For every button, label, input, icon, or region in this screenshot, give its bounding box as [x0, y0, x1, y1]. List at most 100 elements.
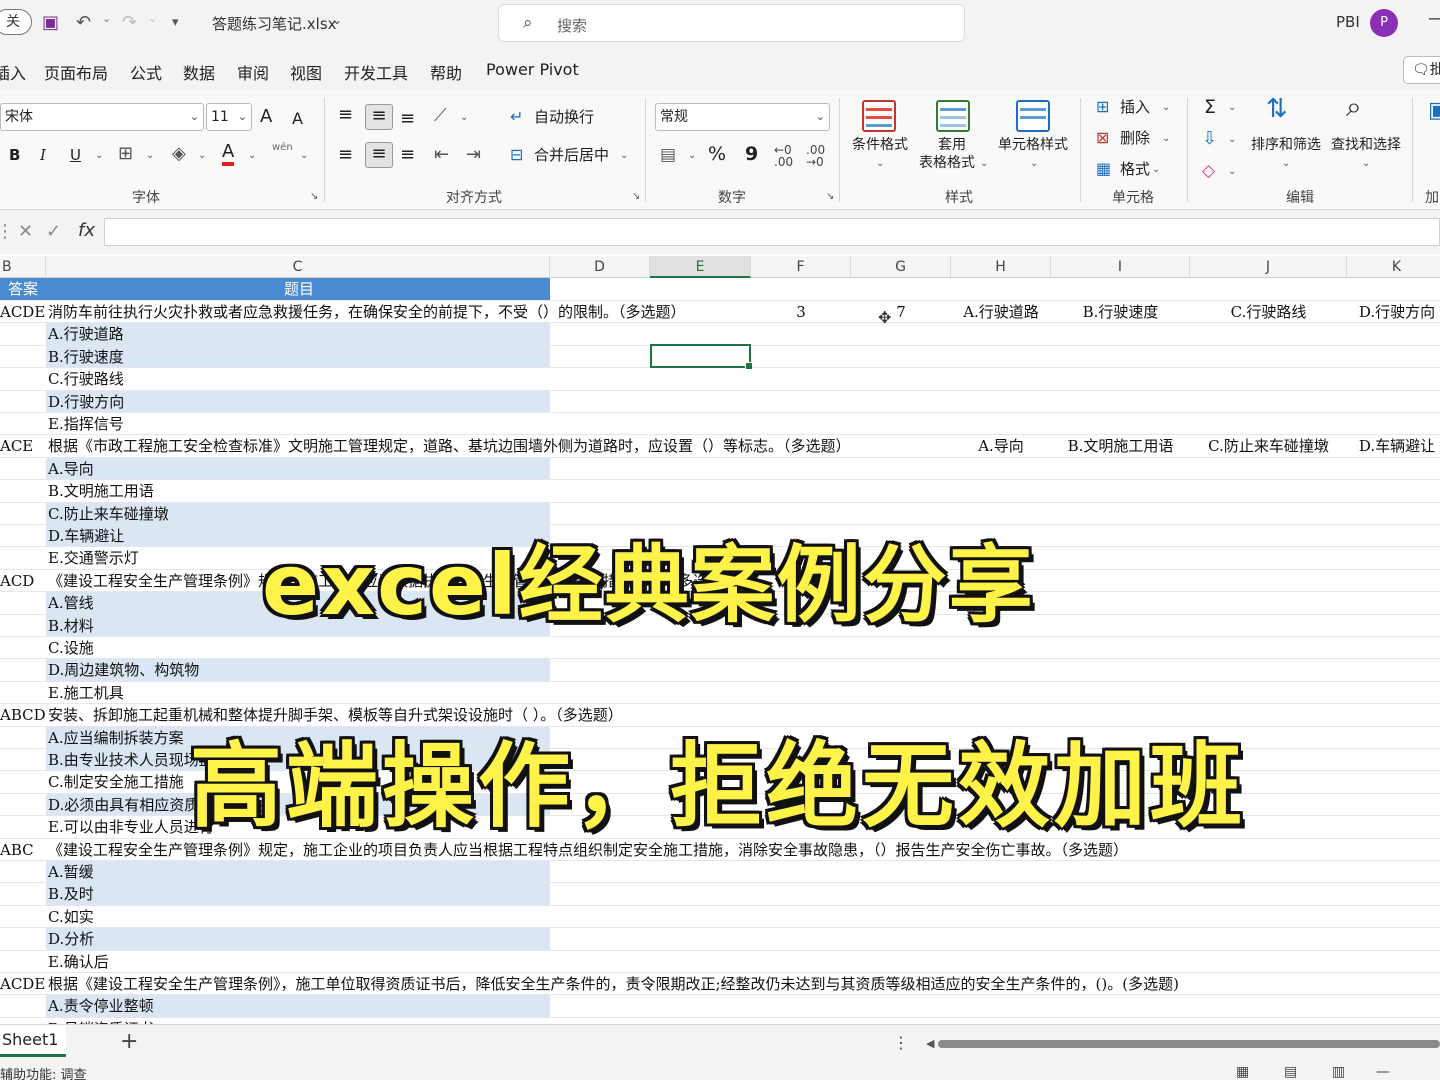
comment-button[interactable]: 🗨批 — [1403, 56, 1440, 84]
increase-indent-icon[interactable]: ⇥ — [466, 144, 481, 166]
option-cell[interactable]: D.周边建筑物、构筑物 — [46, 659, 550, 681]
addin-icon[interactable]: ▣ — [1428, 100, 1440, 122]
chevron-down-icon[interactable]: ⌄ — [1228, 102, 1236, 113]
option-cell[interactable]: A.导向 — [46, 457, 550, 480]
italic-button[interactable]: I — [40, 144, 46, 166]
conditional-format-button[interactable]: 条件格式 — [848, 136, 912, 155]
delete-cells-button[interactable]: 删除 — [1120, 127, 1150, 149]
align-top-icon[interactable]: ≡ — [338, 104, 353, 126]
currency-icon[interactable]: ▤ — [660, 144, 676, 166]
chevron-down-icon[interactable]: ⌄ — [1162, 133, 1170, 144]
answer-cell[interactable] — [0, 503, 46, 524]
align-right-icon[interactable]: ≡ — [400, 144, 415, 166]
comma-button[interactable]: 9 — [745, 143, 758, 165]
normal-view-icon[interactable]: ▦ — [1236, 1064, 1249, 1080]
option-cell[interactable]: B.行驶速度 — [46, 345, 550, 368]
undo-dropdown-icon[interactable]: ⌄ — [102, 12, 111, 25]
header-answer[interactable]: 答案 — [0, 278, 46, 300]
pinyin-icon[interactable]: wén — [272, 142, 293, 154]
shrink-font-button[interactable]: A — [292, 108, 303, 130]
add-sheet-button[interactable]: + — [120, 1029, 138, 1054]
answer-cell[interactable] — [0, 525, 46, 546]
insert-cells-button[interactable]: 插入 — [1120, 96, 1150, 118]
font-name-select[interactable]: 宋体 ⌄ — [0, 103, 204, 131]
merge-center-button[interactable]: 合并后居中 — [534, 144, 609, 166]
font-color-icon[interactable]: A — [222, 142, 235, 166]
answer-cell[interactable] — [0, 861, 46, 882]
answer-cell[interactable] — [0, 391, 46, 412]
column-header-e[interactable]: E — [650, 256, 751, 278]
orientation-icon[interactable]: ⟋ — [434, 105, 447, 127]
autosum-icon[interactable]: Σ — [1204, 96, 1216, 118]
answer-cell[interactable] — [0, 592, 46, 613]
answer-cell[interactable] — [0, 682, 46, 703]
answer-cell[interactable] — [0, 794, 46, 815]
delete-cells-icon[interactable]: ⊠ — [1096, 127, 1109, 149]
option-cell[interactable]: B.文明施工用语 — [46, 480, 550, 501]
answer-cell[interactable] — [0, 816, 46, 837]
chevron-down-icon[interactable]: ⌄ — [620, 150, 628, 161]
cell-styles-button[interactable]: 单元格样式 — [994, 136, 1072, 155]
format-cells-button[interactable]: 格式 — [1120, 158, 1150, 180]
dialog-launcher-icon[interactable]: ↘ — [826, 191, 834, 202]
answer-cell[interactable] — [0, 637, 46, 658]
answer-cell[interactable] — [0, 323, 46, 344]
chevron-down-icon[interactable]: ⌄ — [460, 112, 468, 123]
sort-filter-button[interactable]: 排序和筛选 — [1246, 136, 1326, 155]
answer-cell[interactable]: ABCD — [0, 704, 46, 725]
avatar[interactable]: P — [1370, 9, 1398, 37]
answer-cell[interactable] — [0, 346, 46, 367]
value-cell-k[interactable]: D.行驶方向 — [1347, 301, 1440, 323]
chevron-down-icon[interactable]: ⌄ — [300, 150, 308, 161]
decrease-decimal-icon[interactable]: .00 →0 — [806, 144, 825, 168]
format-cells-icon[interactable]: ▦ — [1096, 158, 1111, 180]
redo-dropdown-icon[interactable]: ⌄ — [148, 12, 157, 25]
worksheet-grid[interactable]: 答案 题目 ACDE 消防车前往执行火灾扑救或者应急救援任务，在确保安全的前提下，… — [0, 278, 1440, 1024]
cancel-icon[interactable]: ✕ — [18, 221, 33, 242]
tab-developer[interactable]: 开发工具 — [344, 60, 408, 84]
option-cell[interactable]: E.确认后 — [46, 951, 550, 972]
tab-insert[interactable]: 插入 — [0, 60, 26, 84]
column-header-j[interactable]: J — [1190, 256, 1347, 278]
answer-cell[interactable]: ACDE — [0, 973, 46, 994]
save-icon[interactable]: ▣ — [42, 10, 59, 36]
border-icon[interactable]: ⊞ — [118, 143, 133, 165]
active-cell-e3[interactable] — [650, 344, 753, 370]
column-header-g[interactable]: G — [851, 256, 951, 278]
column-header-k[interactable]: K — [1347, 256, 1440, 278]
option-cell[interactable]: A.责令停业整顿 — [46, 995, 550, 1017]
answer-cell[interactable] — [0, 615, 46, 636]
option-cell[interactable]: A.行驶道路 — [46, 323, 550, 345]
value-cell-h[interactable]: A.行驶道路 — [951, 301, 1051, 323]
question-cell[interactable]: 根据《市政工程施工安全检查标准》文明施工管理规定，道路、基坑边围墙外侧为道路时，… — [46, 435, 851, 456]
answer-cell[interactable]: ACDE — [0, 301, 46, 322]
merge-center-icon[interactable]: ⊟ — [510, 144, 523, 166]
tab-help[interactable]: 帮助 — [430, 60, 462, 84]
chevron-down-icon[interactable]: ⌄ — [332, 13, 342, 27]
chevron-down-icon[interactable]: ⌄ — [1162, 102, 1170, 113]
option-cell[interactable]: D.分析 — [46, 928, 550, 950]
chevron-down-icon[interactable]: ⌄ — [688, 150, 696, 161]
format-as-table-line1[interactable]: 套用 — [922, 136, 982, 155]
undo-icon[interactable]: ↶ — [76, 10, 91, 36]
column-header-d[interactable]: D — [550, 256, 650, 278]
align-bottom-icon[interactable]: ≡ — [400, 108, 415, 130]
align-center-icon[interactable]: ≡ — [365, 142, 393, 168]
chevron-down-icon[interactable]: ⌄ — [1152, 164, 1160, 175]
column-header-b[interactable]: B — [0, 256, 46, 278]
dialog-launcher-icon[interactable]: ↘ — [632, 191, 640, 202]
chevron-down-icon[interactable]: ⌄ — [1228, 134, 1236, 145]
option-cell[interactable]: E.施工机具 — [46, 682, 550, 703]
column-header-i[interactable]: I — [1051, 256, 1190, 278]
answer-cell[interactable] — [0, 883, 46, 904]
insert-function-button[interactable]: fx — [78, 220, 95, 241]
search-box[interactable]: ⌕ 搜索 — [498, 4, 965, 42]
tab-formulas[interactable]: 公式 — [130, 60, 162, 84]
option-cell[interactable]: C.行驶路线 — [46, 368, 550, 389]
chevron-down-icon[interactable]: ⌄ — [95, 150, 103, 161]
column-header-c[interactable]: C — [46, 256, 550, 278]
page-layout-view-icon[interactable]: ▤ — [1284, 1064, 1297, 1080]
answer-cell[interactable] — [0, 368, 46, 389]
chevron-down-icon[interactable]: ⌄ — [876, 158, 884, 169]
answer-cell[interactable]: ABC — [0, 839, 46, 860]
